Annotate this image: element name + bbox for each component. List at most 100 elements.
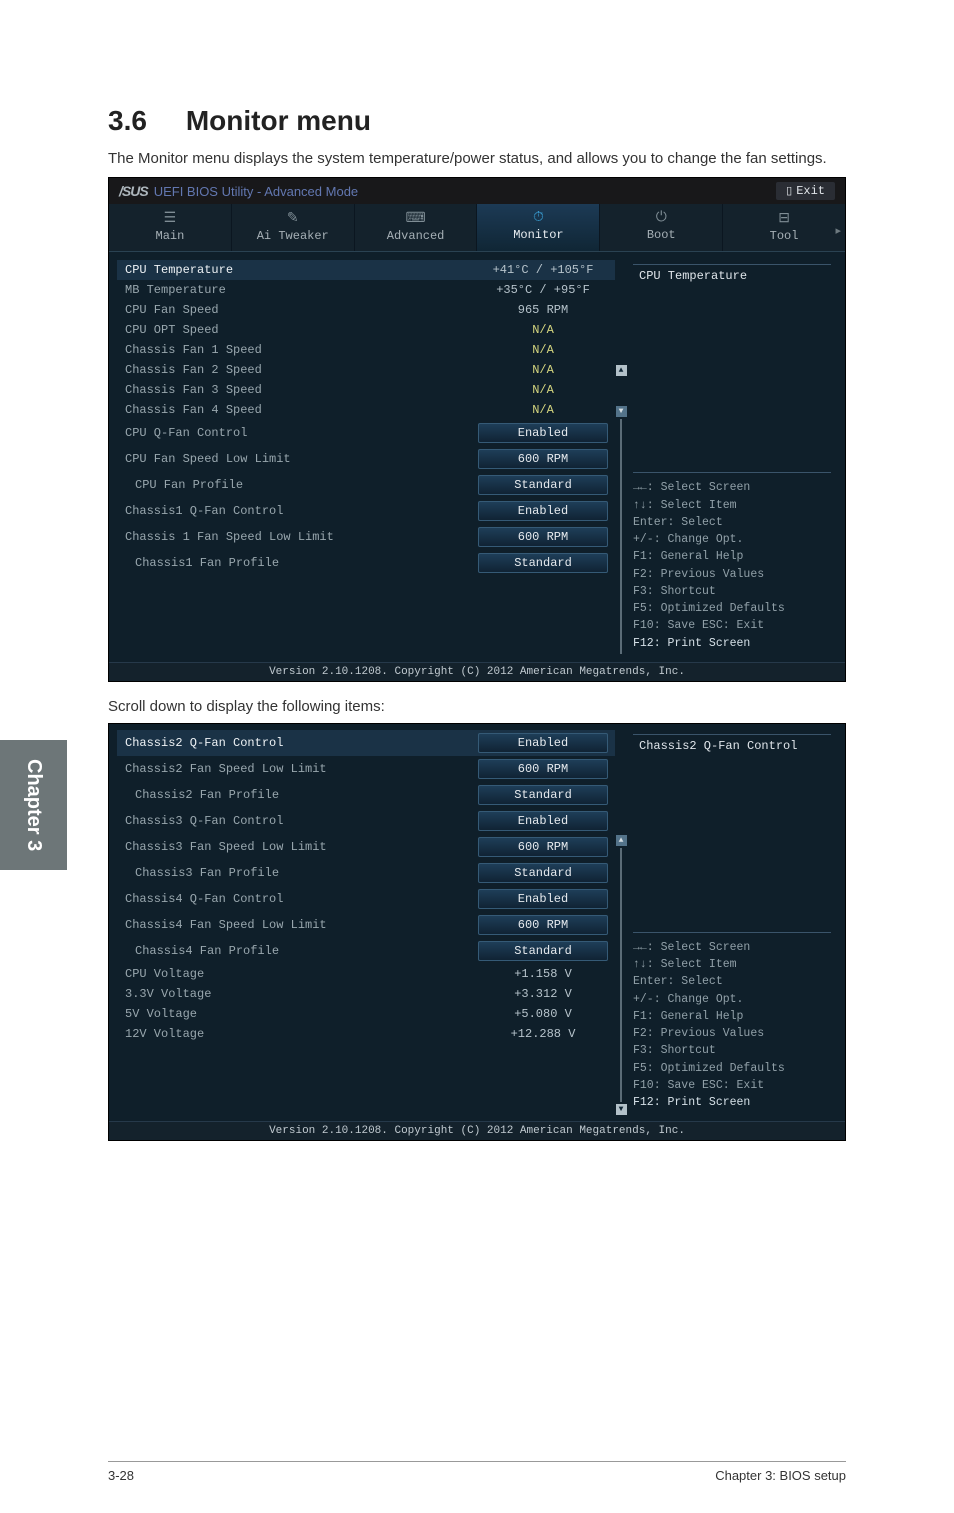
setting-row[interactable]: Chassis3 Fan ProfileStandard (117, 860, 615, 886)
row-label: Chassis1 Fan Profile (119, 556, 473, 570)
row-label: Chassis4 Q-Fan Control (119, 892, 473, 906)
setting-row[interactable]: Chassis2 Fan Speed Low Limit600 RPM (117, 756, 615, 782)
tab-ai-tweaker[interactable]: ✎Ai Tweaker (232, 204, 355, 251)
row-value[interactable]: Enabled (473, 889, 613, 909)
setting-row[interactable]: Chassis4 Q-Fan ControlEnabled (117, 886, 615, 912)
row-label: CPU Q-Fan Control (119, 426, 473, 440)
row-value[interactable]: 600 RPM (473, 837, 613, 857)
help-line: F10: Save ESC: Exit (633, 617, 831, 634)
scroll-track[interactable]: ▲ ▼ (615, 260, 627, 656)
row-label: CPU Fan Speed Low Limit (119, 452, 473, 466)
scroll-down-icon[interactable]: ▼ (616, 1104, 627, 1115)
page-number: 3-28 (108, 1468, 134, 1483)
setting-row[interactable]: Chassis Fan 3 SpeedN/A (117, 380, 615, 400)
tab-boot[interactable]: ⏻Boot (600, 204, 723, 251)
row-value: +12.288 V (473, 1027, 613, 1041)
row-value: +1.158 V (473, 967, 613, 981)
exit-icon: ▯ (786, 184, 792, 198)
setting-row[interactable]: CPU Temperature+41°C / +105°F (117, 260, 615, 280)
scroll-up-icon[interactable]: ▲ (616, 835, 627, 846)
setting-row[interactable]: CPU Voltage+1.158 V (117, 964, 615, 984)
row-value[interactable]: Enabled (473, 423, 613, 443)
setting-row[interactable]: CPU OPT SpeedN/A (117, 320, 615, 340)
help-line: F2: Previous Values (633, 1025, 831, 1042)
row-value: N/A (473, 323, 613, 337)
tab-tool[interactable]: ⊟Tool (723, 204, 845, 251)
help-title: CPU Temperature (633, 264, 831, 287)
row-label: Chassis4 Fan Profile (119, 944, 473, 958)
help-box: →←: Select Screen↑↓: Select ItemEnter: S… (633, 472, 831, 652)
row-label: Chassis Fan 2 Speed (119, 363, 473, 377)
setting-row[interactable]: Chassis 1 Fan Speed Low Limit600 RPM (117, 524, 615, 550)
help-line: ↑↓: Select Item (633, 497, 831, 514)
setting-row[interactable]: CPU Fan ProfileStandard (117, 472, 615, 498)
scroll-track-2[interactable]: ▲ ▼ (615, 730, 627, 1116)
row-value[interactable]: Standard (473, 941, 613, 961)
tab-main[interactable]: ☰Main (109, 204, 232, 251)
chapter-tab: Chapter 3 (0, 740, 67, 870)
row-label: Chassis1 Q-Fan Control (119, 504, 473, 518)
row-value[interactable]: Enabled (473, 733, 613, 753)
setting-row[interactable]: Chassis Fan 2 SpeedN/A (117, 360, 615, 380)
tab-advanced[interactable]: ⌨Advanced (355, 204, 478, 251)
setting-row[interactable]: Chassis4 Fan ProfileStandard (117, 938, 615, 964)
setting-row[interactable]: MB Temperature+35°C / +95°F (117, 280, 615, 300)
setting-row[interactable]: CPU Q-Fan ControlEnabled (117, 420, 615, 446)
settings-panel-2: Chassis2 Q-Fan ControlEnabledChassis2 Fa… (117, 730, 615, 1116)
setting-row[interactable]: Chassis3 Q-Fan ControlEnabled (117, 808, 615, 834)
row-value[interactable]: Enabled (473, 811, 613, 831)
bios-window-1: /SUS UEFI BIOS Utility - Advanced Mode ▯… (108, 177, 846, 682)
setting-row[interactable]: CPU Fan Speed965 RPM (117, 300, 615, 320)
tab-monitor[interactable]: ⏱Monitor (477, 204, 600, 251)
setting-row[interactable]: 12V Voltage+12.288 V (117, 1024, 615, 1044)
exit-button[interactable]: ▯ Exit (776, 182, 835, 200)
row-value[interactable]: Standard (473, 785, 613, 805)
row-label: Chassis2 Fan Profile (119, 788, 473, 802)
row-label: CPU Fan Profile (119, 478, 473, 492)
boot-icon: ⏻ (600, 210, 722, 226)
row-value: N/A (473, 363, 613, 377)
bios-footer-2: Version 2.10.1208. Copyright (C) 2012 Am… (109, 1121, 845, 1140)
help-line: →←: Select Screen (633, 479, 831, 496)
row-value[interactable]: 600 RPM (473, 527, 613, 547)
setting-row[interactable]: Chassis Fan 1 SpeedN/A (117, 340, 615, 360)
scroll-up-icon[interactable]: ▲ (616, 365, 627, 376)
setting-row[interactable]: Chassis1 Fan ProfileStandard (117, 550, 615, 576)
setting-row[interactable]: Chassis3 Fan Speed Low Limit600 RPM (117, 834, 615, 860)
row-value[interactable]: 600 RPM (473, 915, 613, 935)
help-line: F10: Save ESC: Exit (633, 1077, 831, 1094)
row-label: Chassis3 Fan Speed Low Limit (119, 840, 473, 854)
setting-row[interactable]: Chassis2 Fan ProfileStandard (117, 782, 615, 808)
setting-row[interactable]: 3.3V Voltage+3.312 V (117, 984, 615, 1004)
setting-row[interactable]: CPU Fan Speed Low Limit600 RPM (117, 446, 615, 472)
row-value[interactable]: Standard (473, 475, 613, 495)
page-footer: 3-28 Chapter 3: BIOS setup (108, 1461, 846, 1483)
section-title: 3.6 Monitor menu (108, 105, 846, 137)
row-value[interactable]: 600 RPM (473, 449, 613, 469)
help-line: F3: Shortcut (633, 583, 831, 600)
row-value: N/A (473, 383, 613, 397)
setting-row[interactable]: Chassis Fan 4 SpeedN/A (117, 400, 615, 420)
help-line: F2: Previous Values (633, 566, 831, 583)
bios-window-2: Chassis2 Q-Fan ControlEnabledChassis2 Fa… (108, 723, 846, 1142)
scroll-down-icon[interactable]: ▼ (616, 406, 627, 417)
row-label: Chassis Fan 1 Speed (119, 343, 473, 357)
setting-row[interactable]: Chassis1 Q-Fan ControlEnabled (117, 498, 615, 524)
row-value: 965 RPM (473, 303, 613, 317)
tab-label: Tool (770, 229, 799, 243)
row-label: Chassis3 Fan Profile (119, 866, 473, 880)
row-value[interactable]: Enabled (473, 501, 613, 521)
tab-label: Ai Tweaker (257, 229, 329, 243)
bios-titlebar: /SUS UEFI BIOS Utility - Advanced Mode ▯… (109, 178, 845, 204)
row-value[interactable]: Standard (473, 553, 613, 573)
setting-row[interactable]: Chassis4 Fan Speed Low Limit600 RPM (117, 912, 615, 938)
help-box-2: →←: Select Screen↑↓: Select ItemEnter: S… (633, 932, 831, 1112)
row-label: 5V Voltage (119, 1007, 473, 1021)
row-value[interactable]: Standard (473, 863, 613, 883)
setting-row[interactable]: Chassis2 Q-Fan ControlEnabled (117, 730, 615, 756)
setting-row[interactable]: 5V Voltage+5.080 V (117, 1004, 615, 1024)
row-label: Chassis3 Q-Fan Control (119, 814, 473, 828)
row-label: CPU Temperature (119, 263, 473, 277)
help-line: F1: General Help (633, 1008, 831, 1025)
row-value[interactable]: 600 RPM (473, 759, 613, 779)
